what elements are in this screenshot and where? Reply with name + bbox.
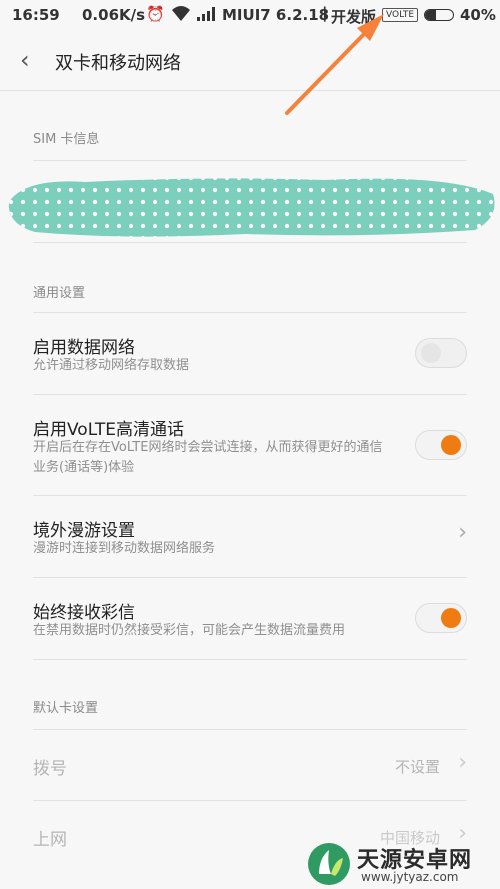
status-time: 16:59: [12, 6, 60, 24]
status-network-speed: 0.06K/s: [82, 6, 146, 24]
setting-roaming[interactable]: 境外漫游设置 漫游时连接到移动数据网络服务 ›: [0, 496, 500, 577]
battery-percent: 40%: [460, 6, 496, 24]
toggle-knob: [421, 343, 441, 363]
sim-info-redaction: [8, 178, 495, 237]
toggle-knob: [441, 608, 461, 628]
battery-icon: [424, 9, 454, 21]
setting-title: 始终接收彩信: [33, 603, 135, 623]
setting-dial-card[interactable]: 拨号 不设置 ›: [0, 730, 500, 800]
watermark-logo: 天源安卓网 www.jytyaz.com: [305, 838, 500, 889]
signal-icon: [197, 7, 215, 21]
volte-badge: VOLTE: [382, 8, 419, 22]
mms-toggle[interactable]: [415, 603, 467, 633]
wifi-icon: [172, 6, 190, 21]
chevron-left-icon[interactable]: ‹: [20, 46, 30, 74]
section-label-sim: SIM 卡信息: [33, 132, 100, 147]
divider: [33, 659, 467, 660]
data-network-toggle[interactable]: [415, 338, 467, 368]
status-dev-label: 开发版: [331, 8, 377, 26]
setting-value: 不设置: [394, 758, 440, 776]
setting-subtitle: 漫游时连接到移动数据网络服务: [33, 541, 216, 556]
status-separator: |: [322, 4, 328, 22]
setting-enable-data[interactable]: 启用数据网络 允许通过移动网络存取数据: [0, 313, 500, 394]
section-label-default-card: 默认卡设置: [33, 701, 99, 716]
setting-subtitle: 在禁用数据时仍然接受彩信，可能会产生数据流量费用: [33, 623, 346, 638]
setting-title: 启用VoLTE高清通话: [33, 420, 184, 440]
setting-title: 启用数据网络: [33, 338, 135, 358]
status-rom-version: MIUI7 6.2.18: [222, 6, 330, 24]
section-label-general: 通用设置: [33, 286, 86, 301]
setting-enable-volte[interactable]: 启用VoLTE高清通话 开启后在存在VoLTE网络时会尝试连接，从而获得更好的通…: [0, 395, 500, 495]
app-header: ‹ 双卡和移动网络: [0, 30, 500, 91]
battery-fill: [425, 10, 437, 20]
setting-title: 上网: [33, 830, 67, 850]
alarm-icon: ⏰: [146, 5, 165, 23]
leaf-logo-icon: [308, 843, 350, 885]
status-bar: 16:59 0.06K/s ⏰ MIUI7 6.2.18 | 开发版 VOLTE…: [0, 0, 500, 30]
watermark-site-url: www.jytyaz.com: [361, 870, 459, 884]
volte-toggle[interactable]: [415, 430, 467, 460]
setting-title: 境外漫游设置: [33, 521, 135, 541]
chevron-right-icon: ›: [458, 520, 467, 545]
page-title: 双卡和移动网络: [55, 53, 181, 74]
divider: [33, 242, 467, 243]
setting-title: 拨号: [33, 759, 67, 779]
toggle-knob: [441, 435, 461, 455]
setting-subtitle: 允许通过移动网络存取数据: [33, 358, 190, 373]
divider: [33, 160, 467, 161]
setting-subtitle: 开启后在存在VoLTE网络时会尝试连接，从而获得更好的通信业务(通话等)体验: [33, 440, 383, 475]
setting-always-mms[interactable]: 始终接收彩信 在禁用数据时仍然接受彩信，可能会产生数据流量费用: [0, 578, 500, 659]
chevron-right-icon: ›: [458, 750, 467, 775]
